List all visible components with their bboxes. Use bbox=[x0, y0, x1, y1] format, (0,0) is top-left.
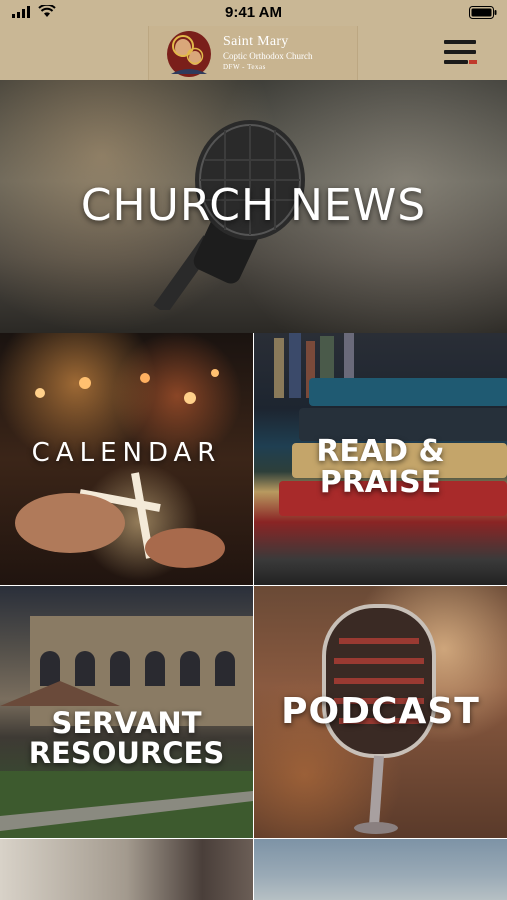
brand-logo[interactable]: Saint Mary Coptic Orthodox Church DFW - … bbox=[148, 26, 358, 80]
brand-location: DFW - Texas bbox=[223, 63, 266, 71]
icon-logo bbox=[163, 28, 215, 78]
tile-church-news[interactable]: CHURCH NEWS bbox=[0, 80, 507, 333]
tile-church-news-label: CHURCH NEWS bbox=[80, 180, 427, 232]
tile-read-praise-label: READ & PRAISE bbox=[316, 433, 445, 500]
menu-accent bbox=[469, 60, 477, 64]
brand-subtitle: Coptic Orthodox Church bbox=[223, 51, 313, 61]
tile-servant-resources-label-line1: SERVANT bbox=[51, 705, 202, 740]
tile-read-praise[interactable]: READ & PRAISE bbox=[254, 333, 507, 585]
brand-title: Saint Mary bbox=[223, 34, 289, 49]
tile-servant-resources-label-line2: RESOURCES bbox=[28, 736, 225, 770]
tile-podcast-label: PODCAST bbox=[281, 691, 480, 733]
tile-servant-resources-label: SERVANT RESOURCES bbox=[28, 705, 225, 770]
tile-servant-resources[interactable]: SERVANT RESOURCES bbox=[0, 586, 253, 838]
menu-bar bbox=[444, 50, 476, 54]
status-time: 9:41 AM bbox=[225, 4, 282, 21]
status-bar: 9:41 AM bbox=[0, 0, 507, 26]
app-header: Saint Mary Coptic Orthodox Church DFW - … bbox=[0, 26, 507, 80]
tile-calendar-label: CALENDAR bbox=[31, 438, 222, 469]
tile-partial-right[interactable] bbox=[254, 839, 507, 900]
battery-icon bbox=[469, 6, 497, 24]
hamburger-menu-icon[interactable] bbox=[444, 40, 478, 66]
tile-partial-left[interactable] bbox=[0, 839, 253, 900]
tile-read-praise-label-line1: READ & bbox=[316, 433, 445, 469]
tile-read-praise-label-line2: PRAISE bbox=[319, 465, 442, 500]
tile-calendar[interactable]: CALENDAR bbox=[0, 333, 253, 585]
menu-bar bbox=[444, 60, 468, 64]
menu-bar bbox=[444, 40, 476, 44]
tile-podcast[interactable]: PODCAST bbox=[254, 586, 507, 838]
